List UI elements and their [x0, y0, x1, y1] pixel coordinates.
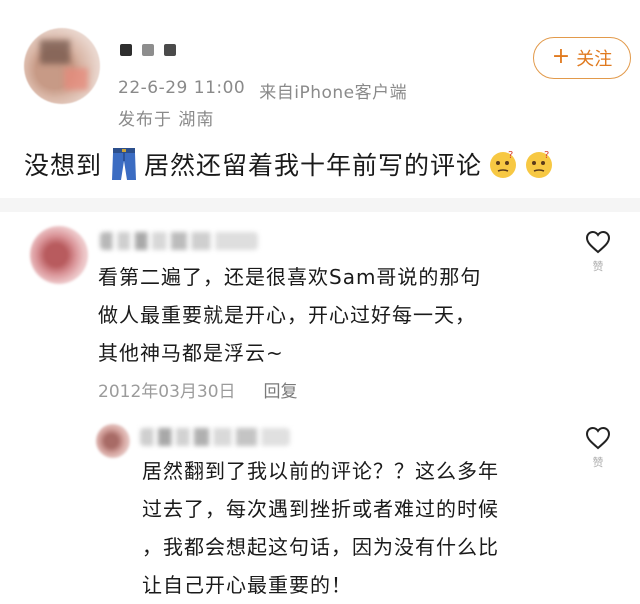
- post-text-after: 居然还留着我十年前写的评论: [144, 151, 483, 180]
- like-label: 赞: [592, 260, 604, 273]
- heart-icon: [585, 426, 611, 450]
- post-timestamp: 22-6-29 11:00: [118, 78, 246, 98]
- post-body: 没想到 居然还留着我十年前写的评论 ? ?: [24, 146, 554, 182]
- comment-line: 看第二遍了，还是很喜欢Sam哥说的那句: [98, 265, 482, 289]
- post-location: 发布于 湖南: [118, 110, 215, 130]
- reply-line: 让自己开心最重要的！: [142, 573, 352, 597]
- svg-text:?: ?: [508, 150, 514, 161]
- thinking-emoji-icon: ?: [526, 150, 553, 178]
- author-avatar[interactable]: [24, 28, 100, 104]
- post-text-before: 没想到: [24, 151, 103, 180]
- comment-avatar[interactable]: [30, 226, 88, 284]
- like-label: 赞: [592, 456, 604, 469]
- reply-author-redacted[interactable]: [140, 428, 290, 446]
- author-name-redacted[interactable]: [120, 42, 176, 58]
- comment-text: 看第二遍了，还是很喜欢Sam哥说的那句 做人最重要就是开心，开心过好每一天， 其…: [98, 258, 481, 372]
- jeans-icon: [112, 148, 137, 180]
- follow-label: 关注: [576, 49, 613, 70]
- reply-text: 居然翻到了我以前的评论？？这么多年 过去了，每次遇到挫折或者难过的时候 ，我都会…: [142, 452, 499, 604]
- reply-line: ，我都会想起这句话，因为没有什么比: [142, 535, 499, 559]
- like-button[interactable]: 赞: [583, 426, 613, 470]
- plus-icon: +: [551, 44, 571, 69]
- like-button[interactable]: 赞: [583, 230, 613, 274]
- reply-line: 居然翻到了我以前的评论？？这么多年: [142, 459, 499, 483]
- post-source: 来自iPhone客户端: [259, 83, 408, 103]
- heart-icon: [585, 230, 611, 254]
- follow-button[interactable]: + 关注: [533, 37, 631, 79]
- reply-button[interactable]: 回复: [264, 377, 298, 402]
- reply-line: 过去了，每次遇到挫折或者难过的时候: [142, 497, 499, 521]
- thinking-emoji-icon: ?: [490, 150, 517, 178]
- comment-line: 其他神马都是浮云~: [98, 341, 284, 365]
- comment-meta: 2012年03月30日 回复: [98, 377, 298, 402]
- comment-author-redacted[interactable]: [100, 232, 258, 250]
- reply-avatar[interactable]: [96, 424, 130, 458]
- comment-date: 2012年03月30日: [98, 382, 236, 402]
- comment-line: 做人最重要就是开心，开心过好每一天，: [98, 303, 476, 327]
- section-divider: [0, 198, 640, 212]
- svg-text:?: ?: [544, 150, 550, 161]
- post-meta: 22-6-29 11:00 来自iPhone客户端: [118, 78, 407, 103]
